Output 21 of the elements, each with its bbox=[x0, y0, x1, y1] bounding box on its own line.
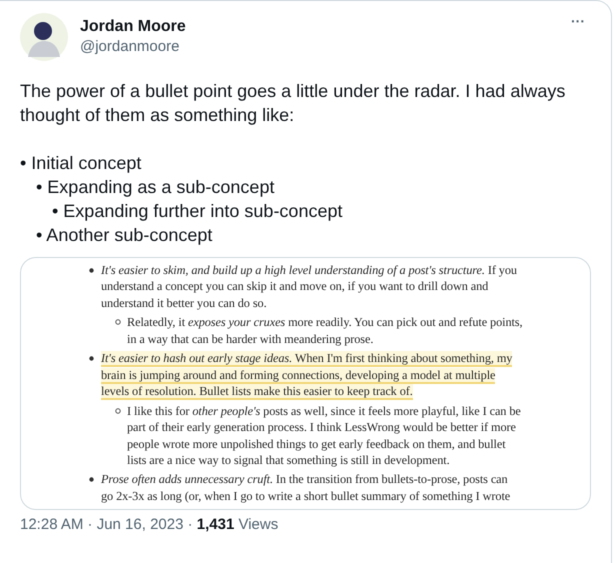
more-button[interactable]: ··· bbox=[565, 13, 591, 29]
author-handle[interactable]: @jordanmoore bbox=[80, 37, 565, 57]
document-paragraph: Prose often adds unnecessary cruft. In the transition from bullets-to-prose, posts can go 2x-3x as long (or, when I go to write a short bullet summary of something I wrote bbox=[101, 471, 512, 504]
avatar-icon[interactable] bbox=[20, 13, 68, 61]
author-name[interactable]: Jordan Moore bbox=[80, 17, 565, 37]
document-paragraph: I like this for other people's posts as well, since it feels more playful, like I can be part of their early generation process. I think LessWrong would be better if more people wrote more unpolished things to get early feedback on them, and bullet lists are a nice way to signal that something is still in development. bbox=[127, 402, 522, 468]
bullet-icon bbox=[115, 319, 121, 326]
bullet-icon bbox=[115, 408, 121, 414]
document-image[interactable] bbox=[20, 257, 591, 510]
bullet-icon bbox=[89, 477, 94, 482]
tweet-text: The power of a bullet point goes a little under the radar. I had always thought of them as something like: bbox=[20, 80, 566, 127]
bullet-icon bbox=[89, 356, 94, 362]
document-paragraph: Relatedly, it exposes your cruxes more readily. You can pick out and refute points, in a way that can be harder with meandering prose. bbox=[127, 314, 524, 348]
timestamp-views: 12:28 AM · Jun 16, 2023 · 1,431 Views bbox=[20, 516, 280, 534]
bullet-item: • Expanding further into sub-concept bbox=[52, 201, 342, 221]
bullet-icon bbox=[89, 268, 94, 273]
document-paragraph: It's easier to skim, and build up a high level understanding of a post's structure. If you understand a concept you can skip it and move on, if you want to drill down and understand it better you can do so. bbox=[101, 262, 518, 312]
bullet-item: • Expanding as a sub-concept bbox=[36, 177, 274, 197]
bullet-item: • Another sub-concept bbox=[36, 225, 212, 245]
bullet-item: • Initial concept bbox=[20, 153, 142, 173]
document-paragraph: It's easier to hash out early stage ideas. When I'm first thinking about something, my brain is jumping around and forming connections, developing a model at multiple levels of resolution. Bullet lists make this easier to keep track of. bbox=[101, 350, 514, 400]
